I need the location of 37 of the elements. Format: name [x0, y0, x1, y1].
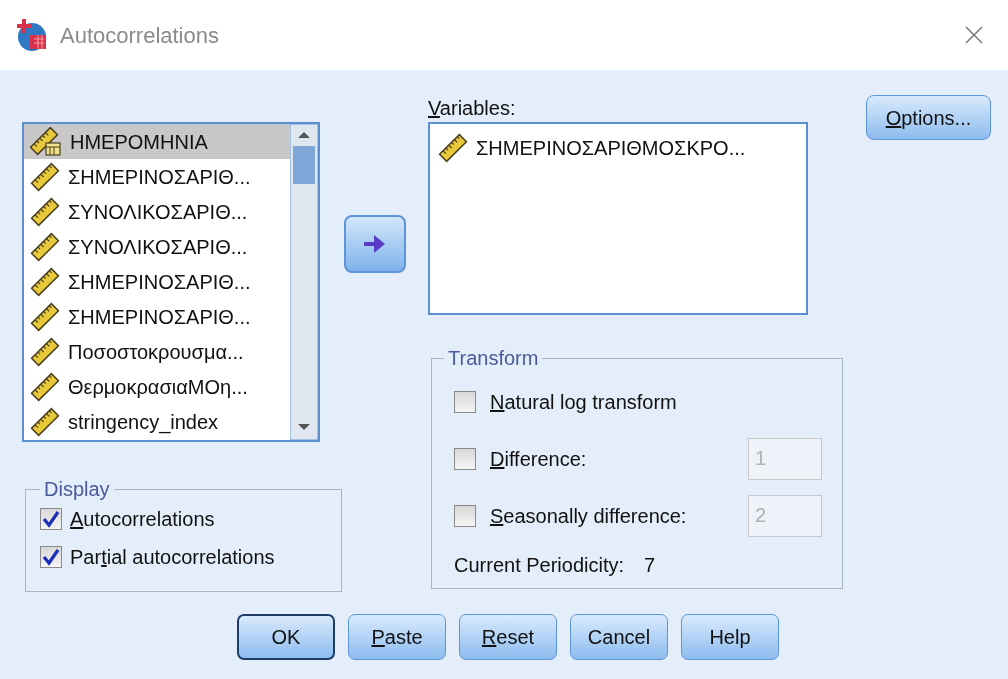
variable-item[interactable]: ΣΗΜΕΡΙΝΟΣΑΡΙΘΜΟΣΚΡΟ...: [430, 130, 806, 165]
dialog-button[interactable]: Help: [681, 614, 779, 660]
options-button[interactable]: Options...: [866, 95, 991, 140]
move-button[interactable]: [344, 215, 406, 273]
variable-item[interactable]: ΣΗΜΕΡΙΝΟΣΑΡΙΘ...: [24, 159, 290, 194]
variable-item[interactable]: ΣΥΝΟΛΙΚΟΣΑΡΙΘ...: [24, 229, 290, 264]
variable-item[interactable]: ΗΜΕΡΟΜΗΝΙΑ: [24, 124, 290, 159]
dialog-button[interactable]: Paste: [348, 614, 446, 660]
group-title: Transform: [447, 346, 540, 371]
ruler-calendar-icon: [30, 126, 62, 157]
group-title: Display: [43, 477, 111, 502]
window-title: Autocorrelations: [60, 21, 219, 50]
checkbox[interactable]: [40, 508, 62, 530]
dialog-button[interactable]: Cancel: [570, 614, 668, 660]
checkbox-label[interactable]: Natural log transform: [490, 386, 677, 417]
checkbox[interactable]: [454, 390, 476, 413]
variable-item[interactable]: ΘερμοκρασιαΜΟη...: [24, 369, 290, 404]
variable-item[interactable]: ΣΥΝΟΛΙΚΟΣΑΡΙΘ...: [24, 194, 290, 229]
variable-item[interactable]: ΣΗΜΕΡΙΝΟΣΑΡΙΘ...: [24, 299, 290, 334]
dialog-button[interactable]: OK: [237, 614, 335, 660]
arrow-icon: [364, 234, 386, 254]
periodicity-value: 7: [644, 553, 656, 578]
checkbox[interactable]: [40, 546, 62, 568]
source-variable-list[interactable]: ΗΜΕΡΟΜΗΝΙΑ ΣΗΜΕΡΙΝΟΣΑΡΙΘ... ΣΥΝΟΛΙΚΟΣΑΡΙΘ... ΣΥΝΟΛΙΚΟΣΑΡΙΘ... ΣΗΜΕΡΙΝΟΣΑΡΙΘ... ΣΗΜΕΡΙΝΟΣΑΡΙΘ... Ποσοστοκρουσμα... ΘερμοκρασιαΜΟη... stringency_index: [22, 122, 320, 442]
variable-item[interactable]: ΣΗΜΕΡΙΝΟΣΑΡΙΘ...: [24, 264, 290, 299]
close-icon[interactable]: [964, 25, 984, 45]
checkmark-icon: [42, 510, 60, 528]
scrollbar[interactable]: [290, 124, 318, 440]
checkmark-icon: [42, 548, 60, 566]
periodicity-label: Current Periodicity:: [454, 553, 625, 578]
checkbox-label[interactable]: Autocorrelations: [70, 504, 215, 534]
variable-item[interactable]: stringency_index: [24, 404, 290, 439]
checkbox-label[interactable]: Partial autocorrelations: [70, 542, 275, 572]
variable-item[interactable]: Ποσοστοκρουσμα...: [24, 334, 290, 369]
variables-list[interactable]: ΣΗΜΕΡΙΝΟΣΑΡΙΘΜΟΣΚΡΟ...: [428, 122, 808, 315]
dialog-button[interactable]: Reset: [459, 614, 557, 660]
variables-label: Variables:: [428, 96, 517, 121]
